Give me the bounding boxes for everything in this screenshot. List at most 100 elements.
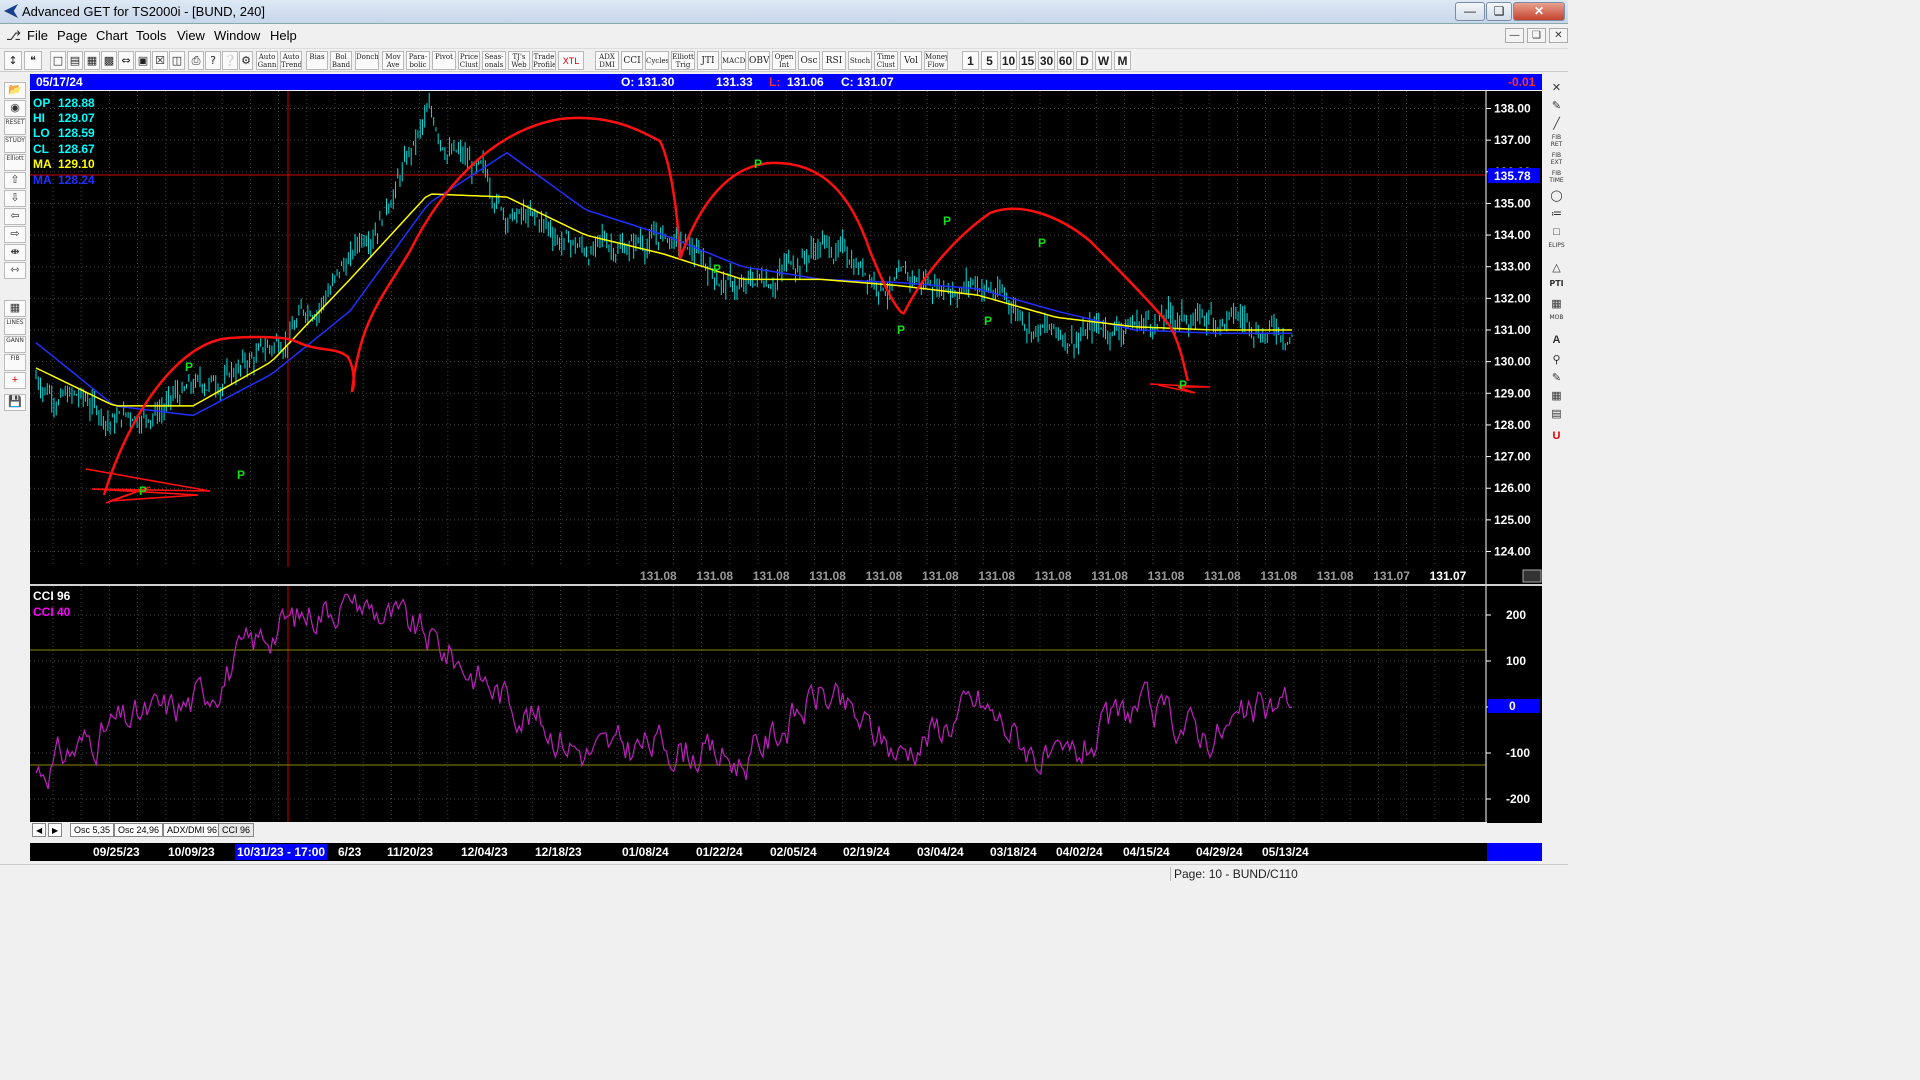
tab-scroll-right[interactable]: ▶ <box>48 823 62 837</box>
study-jti[interactable]: JTI <box>697 51 719 70</box>
study-cycles[interactable]: Cycles <box>645 51 669 70</box>
study-trade-profile[interactable]: Trade Profile <box>532 51 556 70</box>
menu-chart[interactable]: Chart <box>96 28 128 43</box>
arrow-right-icon[interactable]: ⇨ <box>4 226 26 243</box>
study-elliott-trig[interactable]: Elliott Trig <box>671 51 695 70</box>
study-time-clust[interactable]: Time Clust <box>874 51 898 70</box>
interval-15[interactable]: 15 <box>1019 51 1036 70</box>
box-tool-icon[interactable]: □ <box>1547 224 1566 241</box>
study-open-int[interactable]: Open Int <box>772 51 796 70</box>
study-price-clust[interactable]: Price Clust <box>458 51 480 70</box>
tile-icon[interactable]: ▣ <box>135 51 151 70</box>
study-auto-trend[interactable]: Auto Trend <box>280 51 302 70</box>
tab-cci-96[interactable]: CCI 96 <box>218 823 255 837</box>
help-pointer-icon[interactable]: ❔ <box>222 51 238 70</box>
study-cci[interactable]: CCI <box>621 51 643 70</box>
study-seasonals[interactable]: Seas- onals <box>482 51 506 70</box>
text-tool-button[interactable]: A <box>1547 332 1566 349</box>
menu-tools[interactable]: Tools <box>136 28 166 43</box>
minimize-button[interactable]: — <box>1455 2 1485 21</box>
new-page-icon[interactable]: □ <box>50 51 66 70</box>
study-adx-dmi[interactable]: ADX DMI <box>595 51 619 70</box>
fib-extension-button[interactable]: FIB EXT <box>1547 152 1566 169</box>
mdi-close-button[interactable]: ✕ <box>1549 28 1568 43</box>
pti-button[interactable]: PTI <box>1547 280 1566 297</box>
arrow-up-icon[interactable]: ⇧ <box>4 172 26 189</box>
study-xtl[interactable]: XTL <box>558 51 584 70</box>
line-tool-icon[interactable]: ╱ <box>1547 116 1566 133</box>
gann-button[interactable]: GANN <box>4 336 26 353</box>
menu-page[interactable]: Page <box>57 28 87 43</box>
menu-view[interactable]: View <box>177 28 205 43</box>
study-pivot[interactable]: Pivot <box>432 51 456 70</box>
mdi-restore-button[interactable]: ❏ <box>1527 28 1546 43</box>
cci-chart-pane[interactable]: CCI 96 CCI 40 200 100 -100 -200 0 <box>30 586 1542 823</box>
interval-10[interactable]: 10 <box>1000 51 1017 70</box>
lines-button[interactable]: LINES <box>4 318 26 335</box>
delete-icon[interactable]: ✕ <box>1547 80 1566 97</box>
circle-tool-icon[interactable]: ◯ <box>1547 188 1566 205</box>
study-button[interactable]: STUDY <box>4 136 26 153</box>
channel-tool-icon[interactable]: ≔ <box>1547 206 1566 223</box>
scale-icon[interactable] <box>1522 569 1542 583</box>
arrange-icon[interactable]: ⇔ <box>118 51 134 70</box>
study-donch[interactable]: Donch <box>355 51 379 70</box>
study-tjs-web[interactable]: TJ's Web <box>508 51 530 70</box>
interval-daily[interactable]: D <box>1076 51 1093 70</box>
quote-icon[interactable]: ❝ <box>24 51 42 70</box>
cross-icon[interactable]: ☒ <box>152 51 168 70</box>
study-bol-band[interactable]: Bol Band <box>330 51 352 70</box>
pointer-icon[interactable]: ↕ <box>4 51 22 70</box>
print-icon[interactable]: ⎙ <box>188 51 204 70</box>
reset-button[interactable]: RESET <box>4 118 26 135</box>
grid-icon[interactable]: ▩ <box>101 51 117 70</box>
menu-window[interactable]: Window <box>214 28 260 43</box>
elliott-button[interactable]: Elliott <box>4 154 26 171</box>
fib-button[interactable]: FIB <box>4 354 26 371</box>
study-mov-ave[interactable]: Mov Ave <box>382 51 404 70</box>
compress-icon[interactable]: ⇼ <box>4 244 26 261</box>
settings-icon[interactable]: ⚙ <box>239 51 253 70</box>
mob-button[interactable]: MOB <box>1547 314 1566 331</box>
grid-tool-icon[interactable]: ▦ <box>1547 296 1566 313</box>
maximize-button[interactable]: ❏ <box>1486 2 1512 21</box>
menu-file[interactable]: File <box>27 28 48 43</box>
interval-5[interactable]: 5 <box>981 51 998 70</box>
tab-scroll-left[interactable]: ◀ <box>32 823 46 837</box>
tab-osc-5-35[interactable]: Osc 5,35 <box>70 823 115 837</box>
grid-toggle-icon[interactable]: ▦ <box>4 300 26 317</box>
study-osc[interactable]: Osc <box>798 51 820 70</box>
layout-icon[interactable]: ▦ <box>84 51 100 70</box>
open-icon[interactable]: ▤ <box>67 51 83 70</box>
zoom-icon[interactable]: ⚲ <box>1547 352 1566 369</box>
binoculars-icon[interactable]: ◉ <box>4 100 26 117</box>
arrow-down-icon[interactable]: ⇩ <box>4 190 26 207</box>
tab-osc-24-96[interactable]: Osc 24,96 <box>114 823 164 837</box>
mdi-minimize-button[interactable]: — <box>1505 28 1524 43</box>
study-bias[interactable]: Bias <box>306 51 328 70</box>
folder-icon[interactable]: 📂 <box>4 82 26 99</box>
ellipse-button[interactable]: ELIPS <box>1547 242 1566 259</box>
save-icon[interactable]: 💾 <box>4 394 26 411</box>
help-icon[interactable]: ? <box>205 51 221 70</box>
fib-time-button[interactable]: FIB TIME <box>1547 170 1566 187</box>
study-money-flow[interactable]: Money Flow <box>924 51 948 70</box>
calendar-icon[interactable]: ▦ <box>1547 388 1566 405</box>
cascade-icon[interactable]: ◫ <box>169 51 185 70</box>
interval-monthly[interactable]: M <box>1114 51 1131 70</box>
arrow-left-icon[interactable]: ⇦ <box>4 208 26 225</box>
interval-weekly[interactable]: W <box>1095 51 1112 70</box>
crosshair-icon[interactable]: + <box>4 372 26 389</box>
close-button[interactable]: ✕ <box>1513 2 1565 21</box>
study-vol[interactable]: Vol <box>900 51 922 70</box>
fan-tool-icon[interactable]: △ <box>1547 260 1566 277</box>
study-obv[interactable]: OBV <box>748 51 770 70</box>
study-rsi[interactable]: RSI <box>822 51 846 70</box>
book-icon[interactable]: ▤ <box>1547 406 1566 423</box>
study-stoch[interactable]: Stoch <box>848 51 872 70</box>
document-icon[interactable]: ⎇ <box>6 28 21 44</box>
magnet-icon[interactable]: U <box>1547 428 1566 445</box>
study-parabolic[interactable]: Para- bolic <box>406 51 430 70</box>
menu-help[interactable]: Help <box>270 28 297 43</box>
study-auto-gann[interactable]: Auto Gann <box>256 51 278 70</box>
